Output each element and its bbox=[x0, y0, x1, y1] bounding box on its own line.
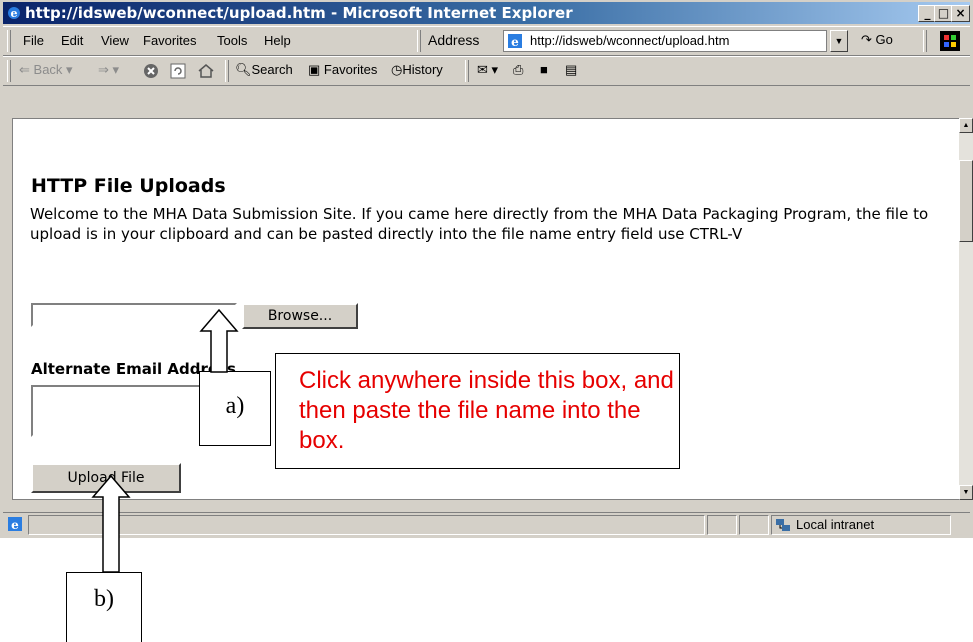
close-button[interactable]: × bbox=[951, 5, 970, 22]
intranet-icon bbox=[776, 519, 790, 531]
callout-b-label: b) bbox=[94, 586, 114, 612]
page-title: HTTP File Uploads bbox=[31, 175, 226, 197]
toolbar-grip[interactable] bbox=[7, 30, 11, 52]
status-panel bbox=[739, 515, 769, 535]
status-bar: e Local intranet bbox=[3, 512, 970, 535]
edit-button[interactable]: ■ bbox=[540, 62, 548, 77]
back-arrow-icon: ⇐ bbox=[19, 62, 30, 77]
menu-view[interactable]: View bbox=[101, 33, 129, 48]
callout-a: a) bbox=[199, 371, 271, 446]
welcome-text: Welcome to the MHA Data Submission Site.… bbox=[30, 205, 929, 243]
mail-button[interactable]: ✉ ▾ bbox=[477, 62, 498, 78]
home-icon[interactable] bbox=[197, 62, 215, 80]
ie-status-icon: e bbox=[8, 517, 22, 532]
mail-icon: ✉ bbox=[477, 62, 488, 77]
scroll-up-button[interactable]: ▲ bbox=[959, 118, 973, 133]
toolbar-divider bbox=[465, 60, 469, 82]
windows-logo-icon bbox=[940, 31, 960, 51]
svg-text:e: e bbox=[511, 35, 519, 49]
menu-favorites[interactable]: Favorites bbox=[143, 33, 196, 48]
title-bar: e http://idsweb/wconnect/upload.htm - Mi… bbox=[3, 2, 970, 24]
favorites-button[interactable]: ▣ Favorites bbox=[308, 62, 377, 78]
menu-help[interactable]: Help bbox=[264, 33, 291, 48]
ie-logo-icon: e bbox=[8, 7, 20, 20]
discuss-button[interactable]: ▤ bbox=[565, 62, 577, 78]
toolbar-divider bbox=[225, 60, 229, 82]
address-url: http://idsweb/wconnect/upload.htm bbox=[530, 33, 730, 48]
forward-arrow-icon: ⇒ bbox=[98, 62, 109, 77]
favorites-label: Favorites bbox=[323, 62, 378, 77]
zone-label: Local intranet bbox=[796, 517, 875, 532]
scroll-thumb[interactable] bbox=[959, 160, 973, 242]
history-label: History bbox=[402, 62, 443, 77]
search-icon: 🔍︎ bbox=[235, 62, 252, 77]
edit-icon: ■ bbox=[540, 62, 548, 77]
zone-panel: Local intranet bbox=[771, 515, 951, 535]
address-dropdown-button[interactable]: ▼ bbox=[830, 30, 848, 52]
instruction-callout: Click anywhere inside this box, and then… bbox=[275, 353, 680, 469]
menu-file[interactable]: File bbox=[23, 33, 44, 48]
menu-address-bar: File Edit View Favorites Tools Help Addr… bbox=[3, 26, 970, 56]
discuss-icon: ▤ bbox=[565, 62, 578, 77]
up-arrow-icon bbox=[91, 475, 131, 573]
history-button[interactable]: ◷History bbox=[391, 62, 443, 78]
forward-button[interactable]: ⇒ ▾ bbox=[98, 62, 119, 78]
address-label: Address bbox=[428, 32, 480, 48]
standard-buttons-bar: ⇐ Back ▾ ⇒ ▾ 🔍︎Search ▣ Favorites ◷Histo… bbox=[3, 56, 970, 86]
toolbar-grip[interactable] bbox=[923, 30, 927, 52]
status-panel bbox=[707, 515, 737, 535]
search-label: Search bbox=[251, 62, 293, 77]
search-button[interactable]: 🔍︎Search bbox=[235, 62, 293, 78]
callout-a-label: a) bbox=[225, 393, 245, 419]
back-label: Back bbox=[33, 62, 63, 77]
address-field[interactable]: e http://idsweb/wconnect/upload.htm bbox=[503, 30, 827, 52]
toolbar-grip[interactable] bbox=[7, 60, 11, 82]
stop-icon[interactable] bbox=[143, 63, 159, 79]
go-button[interactable]: ↷ Go bbox=[861, 32, 893, 48]
scroll-down-button[interactable]: ▼ bbox=[959, 485, 973, 500]
callout-b: b) bbox=[66, 572, 142, 642]
print-button[interactable]: ⎙ bbox=[513, 62, 523, 78]
toolbar-grip[interactable] bbox=[417, 30, 421, 52]
svg-text:e: e bbox=[11, 7, 18, 20]
menu-edit[interactable]: Edit bbox=[61, 33, 83, 48]
print-icon: ⎙ bbox=[513, 62, 524, 77]
refresh-icon[interactable] bbox=[170, 63, 186, 79]
instruction-text: Click anywhere inside this box, and then… bbox=[299, 367, 674, 454]
back-button[interactable]: ⇐ Back ▾ bbox=[19, 62, 73, 78]
favorites-icon: ▣ bbox=[308, 62, 321, 77]
history-icon: ◷ bbox=[391, 62, 403, 77]
up-arrow-icon bbox=[199, 309, 239, 373]
browse-button[interactable]: Browse... bbox=[242, 303, 358, 329]
go-arrow-icon: ↷ bbox=[861, 32, 872, 47]
window-title: http://idsweb/wconnect/upload.htm - Micr… bbox=[25, 4, 573, 22]
page-icon: e bbox=[508, 34, 522, 49]
svg-text:e: e bbox=[11, 518, 19, 532]
vertical-scrollbar[interactable]: ▲ ▼ bbox=[959, 118, 973, 500]
menu-tools[interactable]: Tools bbox=[217, 33, 247, 48]
go-label: Go bbox=[875, 32, 893, 47]
